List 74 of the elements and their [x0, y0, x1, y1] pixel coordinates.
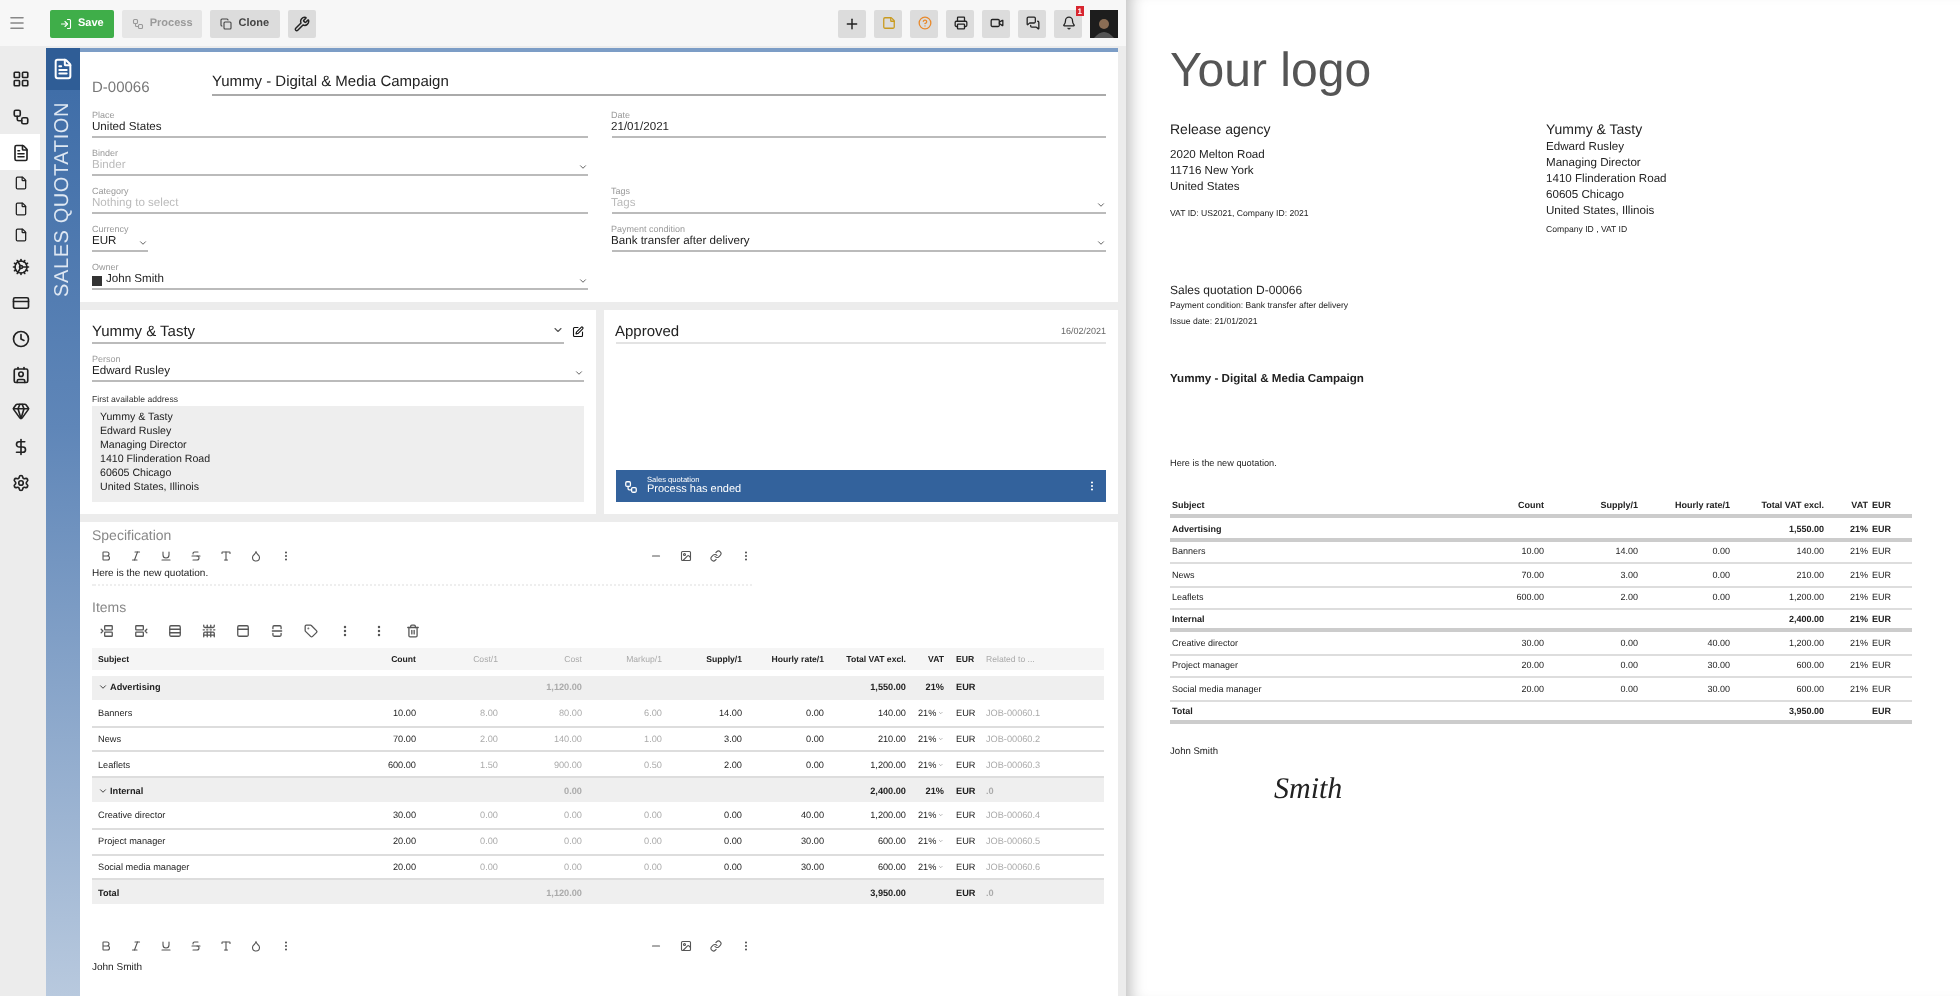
wrench-icon [293, 15, 310, 31]
sidebar-item[interactable] [0, 134, 40, 170]
menu-icon[interactable] [8, 14, 26, 32]
contact-icon [11, 365, 29, 383]
image-icon[interactable] [680, 549, 692, 561]
login-icon [60, 17, 72, 29]
italic-icon[interactable] [130, 939, 142, 952]
video-button[interactable] [982, 9, 1010, 37]
caret-icon[interactable] [98, 785, 108, 796]
plus-icon [844, 15, 860, 31]
printer-icon [953, 16, 967, 30]
more-icon[interactable] [338, 624, 352, 638]
bold-icon[interactable] [100, 939, 112, 952]
link-icon[interactable] [710, 549, 722, 561]
underline-icon[interactable] [160, 549, 172, 561]
bell-icon [1061, 16, 1075, 30]
file-icon [13, 202, 27, 216]
file-icon [13, 228, 27, 242]
underline-icon[interactable] [160, 939, 172, 952]
grid-icon [11, 69, 29, 87]
caret-icon[interactable] [98, 682, 108, 693]
panel-icon[interactable] [236, 624, 250, 638]
tools-button[interactable] [287, 9, 316, 37]
link-icon[interactable] [710, 939, 722, 952]
chevron-down-icon [577, 161, 587, 171]
signature: Smith [1274, 773, 1345, 808]
document-icon [52, 58, 74, 80]
workflow-icon [623, 479, 637, 493]
trash-icon[interactable] [406, 624, 420, 638]
clock-icon [11, 329, 29, 347]
print-button[interactable] [946, 9, 974, 37]
tag-icon[interactable] [304, 624, 318, 638]
settings-icon [11, 474, 29, 492]
chevron-down-icon [1096, 199, 1106, 209]
document-icon [11, 143, 29, 161]
card-icon [11, 294, 29, 312]
note-icon [881, 16, 895, 30]
chevron-down-icon [577, 275, 587, 285]
more-icon[interactable] [372, 624, 386, 638]
chat-icon [1025, 16, 1039, 30]
cog-icon [11, 258, 29, 276]
image-icon[interactable] [680, 939, 692, 952]
insert-row-icon[interactable] [100, 624, 114, 638]
file-icon [13, 176, 27, 190]
droplet-icon[interactable] [250, 549, 262, 561]
copy-icon [220, 17, 233, 29]
rows-icon[interactable] [168, 624, 182, 638]
italic-icon[interactable] [130, 549, 142, 561]
workflow-icon [131, 17, 144, 29]
add-button[interactable] [838, 9, 866, 37]
edit-icon[interactable] [571, 325, 583, 337]
bold-icon[interactable] [100, 549, 112, 561]
video-icon [989, 16, 1003, 30]
section-title: SALES QUOTATION [52, 102, 74, 297]
chevron-down-icon [1096, 237, 1106, 247]
workflow-icon [11, 107, 29, 125]
text-size-icon[interactable] [220, 549, 232, 561]
avatar-icon [92, 275, 102, 285]
text-size-icon[interactable] [220, 939, 232, 952]
split-icon[interactable] [270, 624, 284, 638]
chevron-down-icon [551, 324, 563, 336]
user-avatar[interactable] [1090, 9, 1118, 37]
dollar-icon [11, 437, 29, 455]
chevron-down-icon [573, 367, 583, 377]
diamond-icon [11, 401, 29, 419]
help-icon [917, 16, 931, 30]
droplet-icon[interactable] [250, 939, 262, 952]
strikethrough-icon[interactable] [190, 939, 202, 952]
strikethrough-icon[interactable] [190, 549, 202, 561]
logo-text: Your logo [1170, 44, 1374, 100]
chat-button[interactable] [1018, 9, 1046, 37]
split-rows-icon[interactable] [202, 624, 216, 638]
insert-row-icon[interactable] [134, 624, 148, 638]
chevron-down-icon [138, 237, 148, 247]
